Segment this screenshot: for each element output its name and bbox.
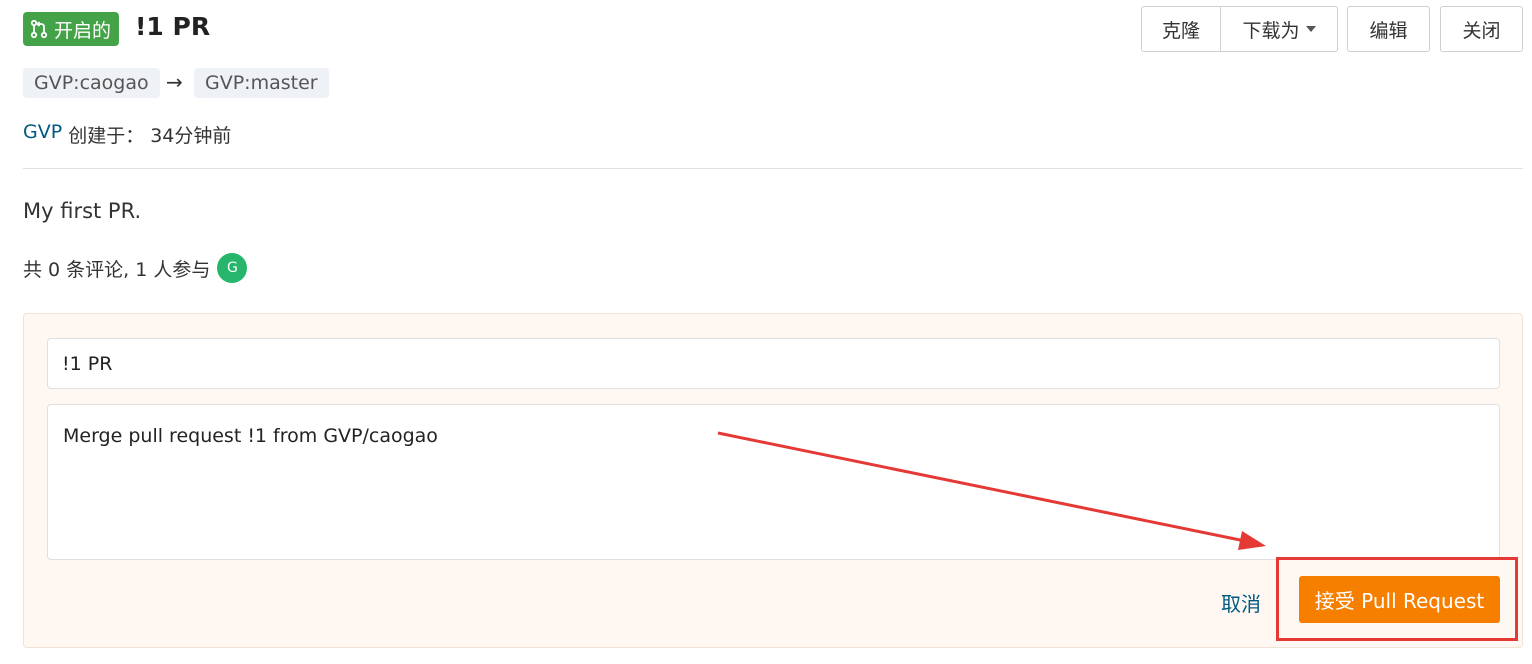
avatar[interactable]: G	[217, 253, 248, 283]
merge-message-textarea[interactable]: Merge pull request !1 from GVP/caogao	[47, 404, 1500, 560]
created-time: 34分钟前	[150, 125, 232, 147]
source-branch-tag[interactable]: GVP:caogao	[23, 68, 160, 98]
pull-request-icon	[29, 19, 49, 39]
download-button[interactable]: 下载为	[1221, 6, 1338, 52]
comments-summary-text: 共 0 条评论, 1 人参与	[23, 258, 211, 281]
clone-button[interactable]: 克隆	[1141, 6, 1221, 52]
pr-description: My first PR.	[23, 199, 142, 223]
caret-down-icon	[1305, 26, 1316, 32]
author-link[interactable]: GVP	[23, 121, 62, 148]
created-label: 创建于：	[68, 125, 145, 147]
target-branch-tag[interactable]: GVP:master	[194, 68, 329, 98]
page-title: !1 PR	[135, 12, 211, 41]
close-button[interactable]: 关闭	[1440, 6, 1523, 52]
comments-summary: 共 0 条评论, 1 人参与 G	[23, 253, 248, 283]
cancel-button[interactable]: 取消	[1221, 588, 1261, 617]
branch-arrow: →	[166, 70, 183, 94]
status-label: 开启的	[54, 19, 112, 42]
merge-title-input[interactable]: !1 PR	[47, 338, 1500, 389]
annotation-highlight-box	[1276, 557, 1518, 641]
clone-download-group: 克隆 下载为	[1141, 6, 1338, 52]
divider	[23, 168, 1523, 169]
created-info: GVP 创建于： 34分钟前	[23, 121, 231, 148]
edit-button[interactable]: 编辑	[1347, 6, 1430, 52]
status-badge: 开启的	[23, 12, 120, 46]
